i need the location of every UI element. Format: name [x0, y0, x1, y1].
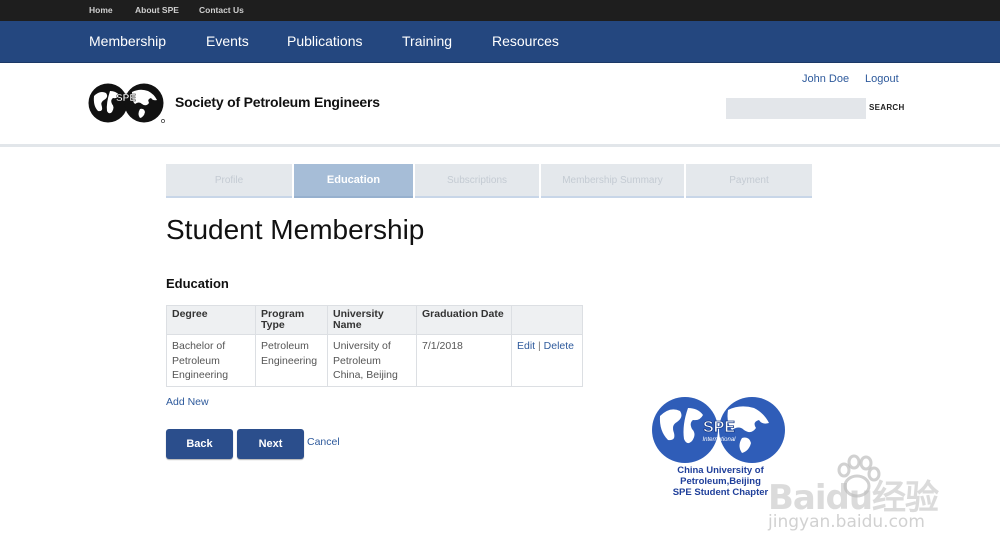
nav-item-publications[interactable]: Publications — [287, 33, 363, 49]
chapter-logo: SPE International — [652, 397, 785, 463]
action-separator: | — [538, 340, 541, 352]
chapter-logo-text: SPE — [703, 419, 735, 436]
table-row: Bachelor of Petroleum Engineering Petrol… — [166, 334, 583, 387]
column-header-actions — [511, 305, 583, 335]
step-membership-summary[interactable]: Membership Summary — [541, 164, 684, 198]
search-button[interactable]: SEARCH — [869, 103, 905, 112]
cell-graduation-date: 7/1/2018 — [416, 334, 512, 387]
education-table: Degree Program Type University Name Grad… — [166, 305, 583, 387]
column-header-graduation-date: Graduation Date — [416, 305, 512, 335]
spe-logo[interactable]: SPE — [88, 82, 166, 124]
topbar-link-home[interactable]: Home — [89, 5, 113, 15]
logout-link[interactable]: Logout — [865, 73, 899, 85]
step-payment[interactable]: Payment — [686, 164, 812, 198]
column-header-university: University Name — [327, 305, 417, 335]
step-education[interactable]: Education — [294, 164, 413, 198]
cell-program-type: Petroleum Engineering — [255, 334, 328, 387]
utility-bar: Home About SPE Contact Us — [0, 0, 1000, 21]
back-button[interactable]: Back — [166, 429, 233, 459]
watermark-url: jingyan.baidu.com — [768, 512, 925, 532]
site-header: SPE Society of Petroleum Engineers John … — [0, 63, 1000, 147]
edit-link[interactable]: Edit — [517, 340, 535, 352]
user-name-link[interactable]: John Doe — [802, 73, 849, 85]
topbar-link-contact[interactable]: Contact Us — [199, 5, 244, 15]
nav-item-membership[interactable]: Membership — [89, 33, 166, 49]
next-button[interactable]: Next — [237, 429, 304, 459]
cancel-link[interactable]: Cancel — [307, 436, 340, 448]
main-navigation: Membership Events Publications Training … — [0, 21, 1000, 63]
page-title: Student Membership — [166, 214, 425, 245]
step-profile[interactable]: Profile — [166, 164, 292, 198]
step-subscriptions[interactable]: Subscriptions — [415, 164, 539, 198]
spe-logo-text: SPE — [116, 93, 136, 104]
column-header-program-type: Program Type — [255, 305, 328, 335]
membership-steps: Profile Education Subscriptions Membersh… — [166, 164, 812, 198]
search-input[interactable] — [726, 98, 866, 119]
org-name[interactable]: Society of Petroleum Engineers — [175, 94, 380, 110]
chapter-logo-subtext: International — [702, 437, 736, 443]
column-header-degree: Degree — [166, 305, 256, 335]
add-new-link[interactable]: Add New — [166, 396, 209, 408]
delete-link[interactable]: Delete — [544, 340, 574, 352]
table-header-row: Degree Program Type University Name Grad… — [166, 305, 583, 335]
cell-actions: Edit | Delete — [511, 334, 583, 387]
nav-item-training[interactable]: Training — [402, 33, 452, 49]
topbar-link-about[interactable]: About SPE — [135, 5, 179, 15]
cell-degree: Bachelor of Petroleum Engineering — [166, 334, 256, 387]
cell-university: University of Petroleum China, Beijing — [327, 334, 417, 387]
nav-item-events[interactable]: Events — [206, 33, 249, 49]
nav-item-resources[interactable]: Resources — [492, 33, 559, 49]
section-title: Education — [166, 276, 229, 291]
